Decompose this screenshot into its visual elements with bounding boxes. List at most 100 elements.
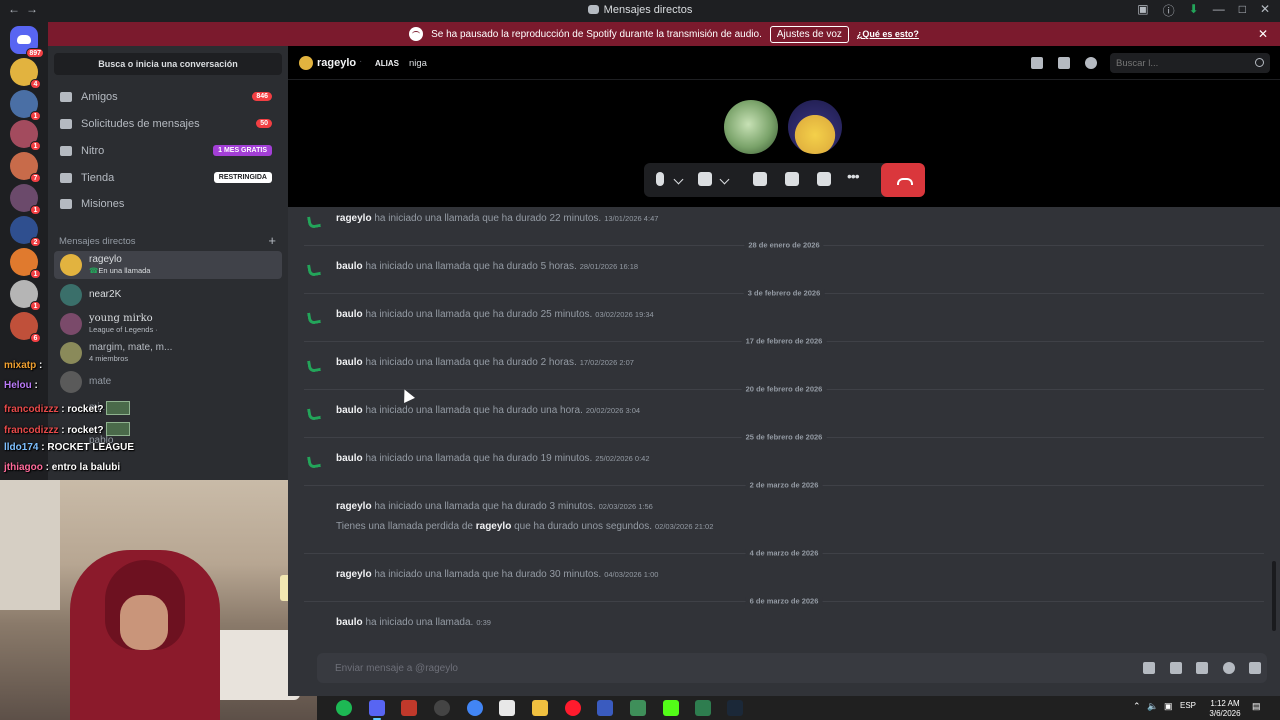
- server-icon[interactable]: 1: [10, 184, 41, 215]
- sidebar-item-message-requests[interactable]: Solicitudes de mensajes 50: [54, 112, 282, 136]
- dm-item-group[interactable]: margim, mate, m... 4 miembros: [54, 339, 282, 367]
- server-icon[interactable]: 4: [10, 58, 41, 89]
- disconnect-button[interactable]: [881, 163, 925, 197]
- call-icon: [308, 408, 318, 418]
- activities-icon[interactable]: [785, 172, 799, 186]
- chat-overlay-line: francodizzz : rocket?: [4, 422, 131, 436]
- help-icon[interactable]: ⓘ: [1163, 2, 1175, 19]
- app-icon[interactable]: [499, 700, 515, 716]
- minimize-button[interactable]: —: [1213, 2, 1225, 19]
- screen-share-icon[interactable]: [753, 172, 767, 186]
- volume-icon[interactable]: 🔈: [1147, 701, 1158, 712]
- server-icon[interactable]: 1: [10, 90, 41, 121]
- language-indicator[interactable]: ESP: [1180, 701, 1196, 710]
- gif-icon[interactable]: [1170, 662, 1182, 674]
- server-icon[interactable]: 6: [10, 312, 41, 343]
- create-dm-icon[interactable]: +: [268, 233, 276, 248]
- message-input[interactable]: [335, 653, 1035, 683]
- emoji-icon[interactable]: [1223, 662, 1235, 674]
- app-icon[interactable]: [401, 700, 417, 716]
- message-composer: [317, 653, 1267, 683]
- maximize-button[interactable]: □: [1239, 2, 1246, 19]
- sticker-icon[interactable]: [1196, 662, 1208, 674]
- chat-overlay-line: jthiagoo : entro la balubi: [4, 462, 121, 473]
- tray-chevron-icon[interactable]: ⌃: [1133, 701, 1141, 712]
- call-message: rageylo ha iniciado una llamada que ha d…: [336, 569, 659, 580]
- sidebar-item-quests[interactable]: Misiones: [54, 192, 282, 216]
- call-icon: [308, 456, 318, 466]
- add-friend-icon[interactable]: [1058, 57, 1070, 69]
- user-profile-icon[interactable]: [1085, 57, 1097, 69]
- mute-icon[interactable]: ▣: [1137, 2, 1148, 19]
- dm-item-rageylo[interactable]: rageylo En una llamada: [54, 251, 282, 279]
- call-message: baulo ha iniciado una llamada que ha dur…: [336, 309, 654, 320]
- avatar: [60, 284, 82, 306]
- dm-item-mate[interactable]: mate: [54, 368, 282, 396]
- download-icon[interactable]: ⬇: [1189, 2, 1199, 19]
- notifications-icon[interactable]: ▤: [1252, 701, 1261, 712]
- date-divider: 2 de marzo de 2026: [304, 480, 1264, 490]
- call-message: rageylo ha iniciado una llamada que ha d…: [336, 501, 653, 512]
- promo-tag: 1 MES GRATIS: [213, 145, 272, 156]
- server-icon[interactable]: 1: [10, 248, 41, 279]
- sidebar-item-shop[interactable]: Tienda RESTRINGIDA: [54, 166, 282, 190]
- server-icon[interactable]: 1: [10, 280, 41, 311]
- emote-icon: [106, 422, 131, 436]
- obs-icon[interactable]: [434, 700, 450, 716]
- dm-sidebar: Busca o inicia una conversación Amigos 8…: [48, 46, 288, 482]
- home-button[interactable]: 897: [10, 26, 44, 58]
- participant-avatar[interactable]: [724, 100, 778, 154]
- call-icon: [308, 216, 318, 226]
- scrollbar[interactable]: [1272, 561, 1276, 631]
- more-options-icon[interactable]: •••: [847, 168, 863, 184]
- date-divider: 6 de marzo de 2026: [304, 596, 1264, 606]
- steam-icon[interactable]: [727, 700, 743, 716]
- sidebar-item-friends[interactable]: Amigos 846: [54, 85, 282, 109]
- call-icon: [308, 360, 318, 370]
- find-conversation-button[interactable]: Busca o inicia una conversación: [54, 53, 282, 75]
- call-icon: [308, 264, 318, 274]
- chevron-down-icon[interactable]: [673, 174, 684, 185]
- close-button[interactable]: ✕: [1260, 2, 1270, 19]
- voice-settings-button[interactable]: Ajustes de voz: [769, 25, 849, 43]
- sidebar-item-nitro[interactable]: Nitro 1 MES GRATIS: [54, 139, 282, 163]
- network-icon[interactable]: ▣: [1164, 701, 1173, 712]
- server-icon[interactable]: 7: [10, 152, 41, 183]
- discord-icon[interactable]: [369, 700, 385, 720]
- folder-icon[interactable]: [532, 700, 548, 716]
- date-divider: 4 de marzo de 2026: [304, 548, 1264, 558]
- participant-avatar[interactable]: [788, 100, 842, 154]
- call-message: baulo ha iniciado una llamada. 0:39: [336, 617, 491, 628]
- camera-off-icon[interactable]: [698, 172, 712, 186]
- apps-icon[interactable]: [1249, 662, 1261, 674]
- search-input[interactable]: [1110, 53, 1240, 74]
- whats-this-link[interactable]: ¿Qué es esto?: [857, 29, 919, 39]
- chevron-down-icon[interactable]: [719, 174, 730, 185]
- clock[interactable]: 1:12 AM 3/6/2026: [1205, 699, 1245, 719]
- date-divider: 17 de febrero de 2026: [304, 336, 1264, 346]
- server-icon[interactable]: 1: [10, 120, 41, 151]
- search-box[interactable]: [1110, 53, 1270, 74]
- soundboard-icon[interactable]: [817, 172, 831, 186]
- server-icon[interactable]: 2: [10, 216, 41, 247]
- app-icon[interactable]: [695, 700, 711, 716]
- gift-icon[interactable]: [1143, 662, 1155, 674]
- window-controls: ▣ ⓘ ⬇ — □ ✕: [1137, 2, 1270, 19]
- home-badge: 897: [26, 48, 44, 58]
- restricted-tag: RESTRINGIDA: [213, 172, 272, 183]
- dm-item-near2k[interactable]: near2K: [54, 281, 282, 309]
- close-banner-icon[interactable]: ✕: [1258, 27, 1268, 41]
- microphone-icon[interactable]: [656, 172, 664, 186]
- dm-item-young-mirko[interactable]: young mirko League of Legends ·: [54, 310, 282, 338]
- opera-icon[interactable]: [565, 700, 581, 716]
- chrome-icon[interactable]: [467, 700, 483, 716]
- pin-icon[interactable]: [1031, 57, 1043, 69]
- message-list: rageylo ha iniciado una llamada que ha d…: [288, 207, 1280, 647]
- chat-overlay-line: Helou :: [4, 380, 38, 391]
- app-icon[interactable]: [597, 700, 613, 716]
- count-badge: 846: [252, 92, 272, 101]
- kick-icon[interactable]: [663, 700, 679, 716]
- spotify-icon[interactable]: [336, 700, 352, 716]
- app-icon[interactable]: [630, 700, 646, 716]
- avatar: [60, 254, 82, 276]
